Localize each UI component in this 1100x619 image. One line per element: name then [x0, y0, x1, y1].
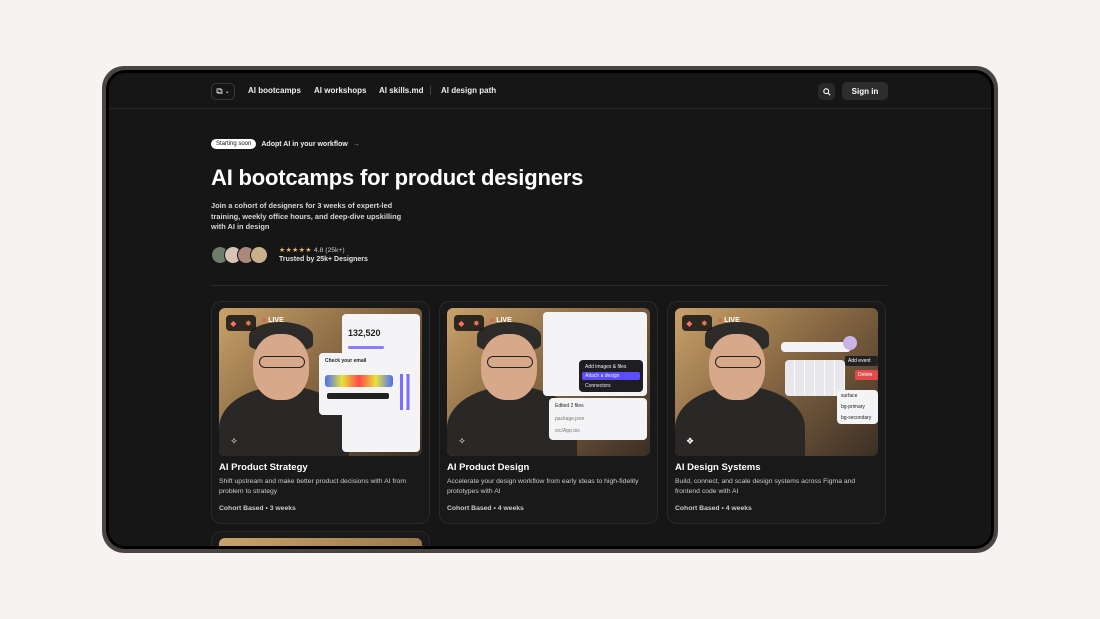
glasses-shape	[487, 356, 533, 368]
file-row: src/App.tsx	[555, 428, 580, 434]
avatar	[843, 336, 857, 350]
browser-screen: ⧉ ⌄ AI bootcamps AI workshops AI skills.…	[109, 73, 991, 546]
heatmap-graphic	[325, 375, 393, 387]
arrow-right-icon: →	[352, 140, 360, 148]
star-rating-icon: ★★★★★	[279, 247, 312, 254]
nav-divider	[430, 86, 431, 95]
live-label: LIVE	[724, 317, 740, 324]
claude-icon: ✸	[473, 318, 480, 328]
trusted-by-text: Trusted by 25k+ Designers	[279, 256, 368, 263]
token-row: surface	[841, 393, 858, 399]
card-title: AI Product Design	[447, 462, 530, 473]
menu-item: Connectors	[585, 383, 611, 389]
card-meta: Cohort Based • 4 weeks	[675, 505, 752, 512]
live-badge: ● LIVE	[262, 317, 284, 324]
glasses-shape	[715, 356, 761, 368]
figma-icon: ◆	[458, 318, 465, 328]
hero-subtitle: Join a cohort of designers for 3 weeks o…	[211, 201, 402, 231]
sparkle-icon: ✧	[458, 435, 466, 446]
live-label: LIVE	[496, 317, 512, 324]
nav-link-ai-workshops[interactable]: AI workshops	[314, 86, 366, 95]
course-thumbnail: 132,520 Check your email ◆ ✸ ● LIVE ✧	[219, 308, 422, 456]
course-card-product-strategy[interactable]: 132,520 Check your email ◆ ✸ ● LIVE ✧ AI…	[211, 301, 430, 524]
pill-text: Adopt AI in your workflow	[261, 140, 348, 148]
card-description: Accelerate your design workflow from ear…	[447, 478, 639, 495]
component-icon: ❖	[685, 435, 695, 446]
glasses-shape	[259, 356, 305, 368]
live-label: LIVE	[268, 317, 284, 324]
menu-item: Add images & files	[585, 364, 627, 370]
panel-caption: Check your email	[325, 358, 367, 364]
pill-tag: Starting soon	[211, 139, 257, 149]
delete-button: Delete	[855, 370, 878, 380]
token-row: bg-secondary	[841, 415, 872, 421]
app-badge: ◆ ✸	[454, 315, 484, 331]
calendar-grid	[785, 360, 845, 396]
figma-icon: ◆	[686, 318, 693, 328]
add-event-button: Add event	[845, 356, 878, 366]
sparkle-icon: ✧	[230, 435, 238, 446]
course-thumbnail: Add images & files Attach a design Conne…	[447, 308, 650, 456]
toolbar-panel	[781, 342, 851, 352]
chevron-down-icon: ⌄	[224, 89, 230, 95]
live-badge: ● LIVE	[718, 317, 740, 324]
card-meta: Cohort Based • 4 weeks	[447, 505, 524, 512]
course-card-partial[interactable]	[211, 531, 430, 546]
card-description: Shift upstream and make better product d…	[219, 478, 407, 495]
section-divider	[211, 285, 887, 286]
live-dot-icon: ●	[490, 317, 495, 324]
card-meta: Cohort Based • 3 weeks	[219, 505, 296, 512]
panel-button	[327, 393, 389, 399]
token-row: bg-primary	[841, 404, 865, 410]
file-row: Edited 2 files	[555, 403, 584, 409]
search-icon	[822, 87, 831, 96]
progress-bar	[348, 346, 384, 349]
nav-link-ai-skills[interactable]: AI skills.md	[379, 86, 423, 95]
live-dot-icon: ●	[718, 317, 723, 324]
avatar-group	[211, 246, 268, 264]
nav-link-ai-design-path[interactable]: AI design path	[441, 86, 496, 95]
app-badge: ◆ ✸	[226, 315, 256, 331]
search-button[interactable]	[818, 83, 835, 100]
device-frame: ⧉ ⌄ AI bootcamps AI workshops AI skills.…	[102, 66, 998, 553]
top-nav: ⧉ ⌄ AI bootcamps AI workshops AI skills.…	[109, 73, 991, 109]
course-card-product-design[interactable]: Add images & files Attach a design Conne…	[439, 301, 658, 524]
nav-link-ai-bootcamps[interactable]: AI bootcamps	[248, 86, 301, 95]
sign-in-button[interactable]: Sign in	[842, 82, 888, 100]
bar-graphic	[400, 374, 416, 410]
course-thumbnail	[219, 538, 422, 546]
live-dot-icon: ●	[262, 317, 267, 324]
figma-icon: ◆	[230, 318, 237, 328]
avatar	[250, 246, 268, 264]
app-badge: ◆ ✸	[682, 315, 712, 331]
claude-icon: ✸	[245, 318, 252, 328]
page-title: AI bootcamps for product designers	[211, 165, 584, 190]
logo-dropdown[interactable]: ⧉ ⌄	[211, 83, 235, 100]
menu-item-active: Attach a design	[582, 372, 640, 380]
rating-value: 4.8 (25k+)	[313, 247, 345, 254]
card-description: Build, connect, and scale design systems…	[675, 478, 856, 495]
course-card-design-systems[interactable]: Add event Delete surface bg-primary bg-s…	[667, 301, 886, 524]
device-bezel: ⧉ ⌄ AI bootcamps AI workshops AI skills.…	[106, 70, 994, 549]
live-badge: ● LIVE	[490, 317, 512, 324]
file-row: package.json	[555, 416, 585, 422]
course-thumbnail: Add event Delete surface bg-primary bg-s…	[675, 308, 878, 456]
announcement-pill[interactable]: Starting soon Adopt AI in your workflow …	[211, 139, 360, 149]
card-title: AI Product Strategy	[219, 462, 308, 473]
card-title: AI Design Systems	[675, 462, 761, 473]
claude-icon: ✸	[701, 318, 708, 328]
panel-value: 132,520	[348, 328, 381, 338]
rating: ★★★★★ 4.8 (25k+)	[279, 246, 345, 254]
email-panel: Check your email	[319, 353, 399, 415]
files-panel: Edited 2 files package.json src/App.tsx	[549, 398, 647, 440]
attach-menu: Add images & files Attach a design Conne…	[579, 360, 643, 392]
tokens-panel: surface bg-primary bg-secondary	[837, 390, 878, 424]
logo-icon: ⧉	[216, 86, 223, 96]
